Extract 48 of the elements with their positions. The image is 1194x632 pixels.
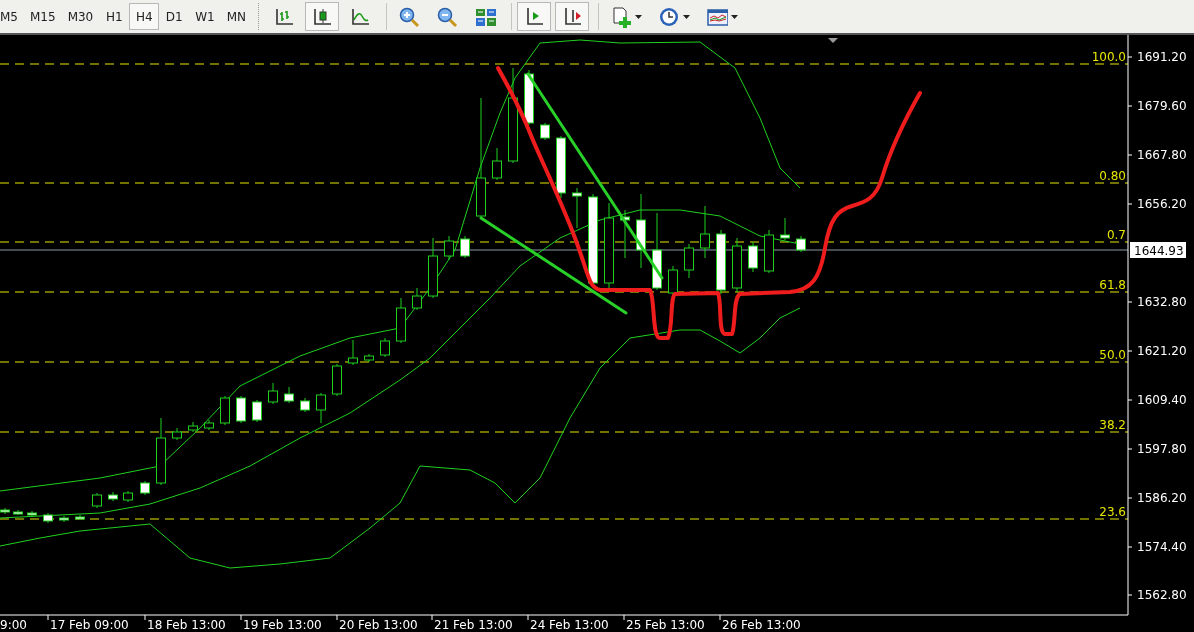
trendlines-drawing[interactable] <box>479 72 664 315</box>
chart-shift-button[interactable] <box>555 2 590 31</box>
time-axis-label: 26 Feb 13:00 <box>722 618 801 632</box>
timeframe-button[interactable]: M15 <box>24 3 62 30</box>
price-axis-label: 1597.80 <box>1137 442 1187 456</box>
fibonacci-level-label: 61.8 <box>1099 278 1126 292</box>
timeframe-button[interactable]: D1 <box>159 3 190 30</box>
fibonacci-level-label: 0.7 <box>1106 228 1126 242</box>
fibonacci-level-label: 50.0 <box>1099 348 1126 362</box>
time-axis-label: 20 Feb 13:00 <box>339 618 418 632</box>
auto-scroll-button[interactable] <box>517 2 552 31</box>
price-axis-label: 1574.40 <box>1137 540 1187 554</box>
time-axis-label: 25 Feb 13:00 <box>626 618 705 632</box>
current-price-label: 1644.93 <box>1130 242 1186 258</box>
timeframe-button[interactable]: M5 <box>0 3 24 30</box>
time-axis-label: 19 Feb 13:00 <box>243 618 322 632</box>
timeframe-button[interactable]: H1 <box>99 3 130 30</box>
timeframe-button[interactable]: H4 <box>129 3 160 30</box>
zoom-out-icon <box>436 5 459 28</box>
time-axis-label: 17 Feb 09:00 <box>50 618 129 632</box>
fibonacci-level-label: 38.2 <box>1099 418 1126 432</box>
price-axis-label: 1621.20 <box>1137 344 1187 358</box>
price-axis-label: 1586.20 <box>1137 491 1187 505</box>
time-axis-label: 9:00 <box>0 618 27 632</box>
dropdown-caret-icon <box>731 14 739 19</box>
price-axis-label: 1656.20 <box>1137 197 1187 211</box>
clock-icon <box>658 5 681 28</box>
price-axis-label: 1691.20 <box>1137 50 1187 64</box>
timeframe-button[interactable]: M30 <box>61 3 100 30</box>
fibonacci-level-label: 0.80 <box>1099 169 1126 183</box>
dropdown-caret-icon <box>683 14 691 19</box>
zoom-in-icon <box>398 5 421 28</box>
candlestick-chart-button[interactable] <box>305 2 340 31</box>
price-axis-label: 1609.40 <box>1137 393 1187 407</box>
time-axis-label: 18 Feb 13:00 <box>147 618 226 632</box>
fibonacci-level-label: 23.6 <box>1099 505 1126 519</box>
price-axis-label: 1667.80 <box>1137 148 1187 162</box>
time-axis-label: 21 Feb 13:00 <box>434 618 513 632</box>
time-axis-label: 24 Feb 13:00 <box>530 618 609 632</box>
chart-shift-marker-icon[interactable] <box>828 38 838 43</box>
timeframe-button[interactable]: W1 <box>189 3 221 30</box>
timeframe-button[interactable]: MN <box>220 3 253 30</box>
fibonacci-level-label: 100.0 <box>1091 50 1126 64</box>
add-indicator-icon <box>610 5 633 28</box>
price-axis-label: 1632.80 <box>1137 295 1187 309</box>
price-axis-label: 1562.80 <box>1137 588 1187 602</box>
price-axis-label: 1679.60 <box>1137 99 1187 113</box>
dropdown-caret-icon <box>635 14 643 19</box>
